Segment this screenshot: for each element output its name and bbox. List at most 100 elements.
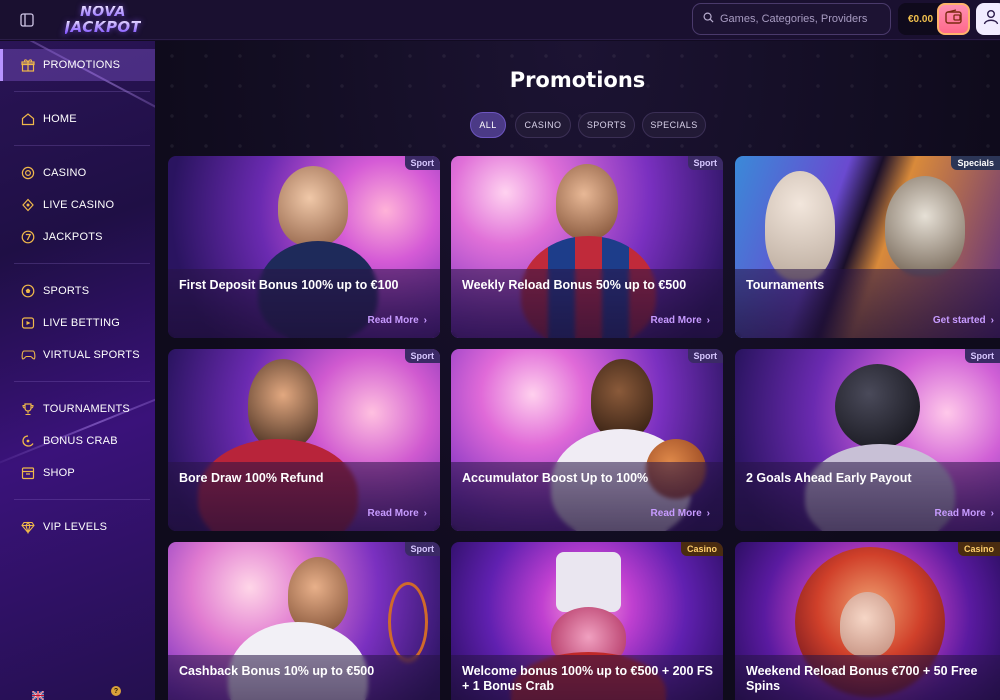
promo-card[interactable]: Specials Tournaments Get started ›	[735, 156, 1000, 338]
sidebar-item-shop[interactable]: SHOP	[0, 457, 155, 489]
sidebar-item-label: SPORTS	[43, 285, 90, 297]
jackpot-seven-icon	[20, 229, 36, 245]
sidebar-item-label: VIRTUAL SPORTS	[43, 349, 140, 361]
promo-title: Weekly Reload Bonus 50% up to €500	[462, 278, 687, 292]
promo-badge: Sport	[964, 349, 1000, 363]
chevron-right-icon: ›	[990, 315, 994, 326]
cta-label: Read More	[934, 508, 986, 519]
promo-card[interactable]: Casino Welcome bonus 100% up to €500 + 2…	[451, 542, 723, 700]
soccer-ball-icon	[20, 283, 36, 299]
sidebar-divider	[14, 381, 150, 382]
filter-all[interactable]: ALL	[470, 112, 506, 138]
chevron-right-icon: ›	[423, 315, 427, 326]
crab-icon	[20, 433, 36, 449]
sidebar-item-sports[interactable]: SPORTS	[0, 275, 155, 307]
sidebar-item-promotions[interactable]: PROMOTIONS	[0, 49, 155, 81]
sidebar-item-tournaments[interactable]: TOURNAMENTS	[0, 393, 155, 425]
balance-amount: €0.00	[908, 13, 934, 25]
promo-card[interactable]: Sport First Deposit Bonus 100% up to €10…	[168, 156, 440, 338]
top-bar: NOVA JACKPOT €0.00	[0, 0, 1000, 40]
promo-badge: Sport	[404, 349, 440, 363]
sidebar-item-label: BONUS CRAB	[43, 435, 118, 447]
sidebar-item-label: LIVE CASINO	[43, 199, 115, 211]
read-more-link[interactable]: Read More ›	[651, 508, 710, 519]
background-pattern	[155, 41, 1000, 161]
sidebar-item-vip-levels[interactable]: VIP LEVELS	[0, 511, 155, 543]
cta-label: Read More	[367, 315, 419, 326]
filter-casino[interactable]: CASINO	[515, 112, 571, 138]
sidebar-item-virtual-sports[interactable]: VIRTUAL SPORTS	[0, 339, 155, 371]
user-icon	[983, 9, 999, 30]
page-title: Promotions	[509, 68, 646, 92]
sidebar-item-home[interactable]: HOME	[0, 103, 155, 135]
read-more-link[interactable]: Read More ›	[368, 508, 427, 519]
chevron-right-icon: ›	[706, 315, 710, 326]
sidebar-item-casino[interactable]: CASINO	[0, 157, 155, 189]
sidebar-item-live-casino[interactable]: LIVE CASINO	[0, 189, 155, 221]
promo-badge: Sport	[404, 542, 440, 556]
sidebar-item-label: LIVE BETTING	[43, 317, 120, 329]
home-icon	[20, 111, 36, 127]
cta-label: Read More	[650, 508, 702, 519]
wallet-icon	[945, 9, 962, 29]
user-account-button[interactable]	[976, 3, 1000, 35]
sidebar-item-bonus-crab[interactable]: BONUS CRAB	[0, 425, 155, 457]
promo-card[interactable]: Sport 2 Goals Ahead Early Payout Read Mo…	[735, 349, 1000, 531]
sidebar-toggle-icon[interactable]	[18, 11, 36, 29]
read-more-link[interactable]: Read More ›	[651, 315, 710, 326]
promo-badge: Sport	[687, 156, 723, 170]
help-icon[interactable]: ?	[111, 686, 121, 696]
read-more-link[interactable]: Read More ›	[935, 508, 994, 519]
sidebar-item-label: SHOP	[43, 467, 75, 479]
gamepad-icon	[20, 347, 36, 363]
promo-card[interactable]: Sport Weekly Reload Bonus 50% up to €500…	[451, 156, 723, 338]
promo-badge: Sport	[404, 156, 440, 170]
get-started-link[interactable]: Get started ›	[933, 315, 994, 326]
trophy-icon	[20, 401, 36, 417]
sidebar-item-label: TOURNAMENTS	[43, 403, 130, 415]
promotion-filters: ALL CASINO SPORTS SPECIALS	[155, 112, 1000, 138]
chevron-right-icon: ›	[706, 508, 710, 519]
search-input[interactable]	[720, 13, 880, 25]
diamond-icon	[20, 519, 36, 535]
cta-label: Get started	[932, 315, 986, 326]
promo-card[interactable]: Sport Accumulator Boost Up to 100% Read …	[451, 349, 723, 531]
search-box[interactable]	[692, 3, 891, 35]
uk-flag-icon[interactable]	[31, 687, 45, 700]
logo[interactable]: NOVA JACKPOT	[58, 4, 148, 36]
live-casino-icon	[20, 197, 36, 213]
promo-badge: Sport	[687, 349, 723, 363]
promo-title: Weekend Reload Bonus €700 + 50 Free Spin…	[746, 664, 978, 693]
promo-card[interactable]: Casino Weekend Reload Bonus €700 + 50 Fr…	[735, 542, 1000, 700]
sidebar: PROMOTIONS HOME CASINO LIVE CASINO JACKP…	[0, 41, 155, 700]
promo-badge: Specials	[951, 156, 1000, 170]
wallet-button[interactable]	[937, 3, 970, 35]
sidebar-divider	[14, 91, 150, 92]
chevron-right-icon: ›	[990, 508, 994, 519]
read-more-link[interactable]: Read More ›	[368, 315, 427, 326]
search-icon	[703, 10, 714, 28]
sidebar-divider	[14, 499, 150, 500]
promo-card[interactable]: Sport Cashback Bonus 10% up to €500	[168, 542, 440, 700]
filter-sports[interactable]: SPORTS	[578, 112, 635, 138]
logo-line2: JACKPOT	[64, 17, 142, 36]
sidebar-item-label: CASINO	[43, 167, 87, 179]
sidebar-item-label: PROMOTIONS	[43, 59, 121, 71]
promo-title: Cashback Bonus 10% up to €500	[179, 664, 375, 678]
sidebar-item-label: JACKPOTS	[43, 231, 103, 243]
promo-title: Welcome bonus 100% up to €500 + 200 FS +…	[462, 664, 713, 693]
cta-label: Read More	[367, 508, 419, 519]
sidebar-item-live-betting[interactable]: LIVE BETTING	[0, 307, 155, 339]
sidebar-item-jackpots[interactable]: JACKPOTS	[0, 221, 155, 253]
sidebar-divider	[14, 145, 150, 146]
main-content: Promotions ALL CASINO SPORTS SPECIALS Sp…	[155, 41, 1000, 700]
promo-title: Tournaments	[746, 278, 825, 292]
promo-title: Bore Draw 100% Refund	[179, 471, 324, 485]
promo-card[interactable]: Sport Bore Draw 100% Refund Read More ›	[168, 349, 440, 531]
sidebar-item-label: VIP LEVELS	[43, 521, 108, 533]
promo-title: 2 Goals Ahead Early Payout	[746, 471, 912, 485]
filter-specials[interactable]: SPECIALS	[642, 112, 706, 138]
cta-label: Read More	[650, 315, 702, 326]
sidebar-item-label: HOME	[43, 113, 77, 125]
sidebar-divider	[14, 263, 150, 264]
